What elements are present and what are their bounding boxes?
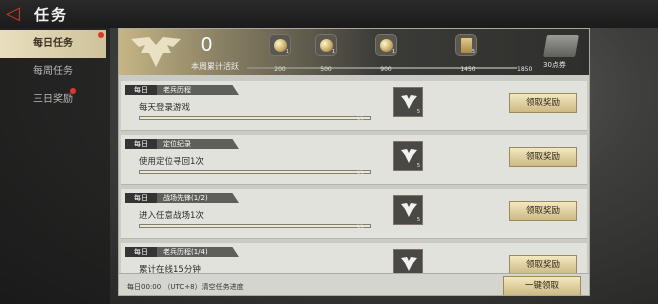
task-reward[interactable]: 5 — [393, 141, 423, 171]
notification-dot — [70, 88, 76, 94]
task-category: 战场先锋(1/2) — [157, 193, 239, 203]
reset-note: 每日00:00 （UTC+8）清空任务进度 — [127, 283, 244, 291]
reward-count: 5 — [416, 163, 420, 169]
milestone-value: 500 — [320, 66, 332, 73]
ticket-icon — [461, 38, 472, 53]
claim-reward-button[interactable]: 领取奖励 — [509, 255, 577, 275]
task-progress-bar — [139, 116, 371, 120]
task-row: 每日 老兵历程 每天登录游戏 1/1 5 领取奖励 — [121, 81, 587, 131]
weekly-activity-bar: 0 本周累计活跃 1 200 1 500 1 900 5 1450 1850 3… — [119, 29, 589, 75]
activity-label: 本周累计活跃 — [191, 62, 239, 71]
task-category: 老兵历程(1/4) — [157, 247, 239, 257]
badge-emblem-icon — [401, 149, 417, 163]
milestone-reward-900[interactable]: 1 — [375, 34, 397, 56]
milestone-reward-500[interactable]: 1 — [315, 34, 337, 56]
task-row: 每日 定位纪录 使用定位寻回1次 1/1 5 领取奖励 — [121, 135, 587, 185]
task-reward[interactable]: 5 — [393, 195, 423, 225]
sidebar-item-three-day-rewards[interactable]: 三日奖励 — [0, 86, 106, 114]
task-progress-bar — [139, 224, 371, 228]
daily-tag: 每日 — [125, 85, 157, 95]
task-description: 使用定位寻回1次 — [139, 157, 204, 167]
reward-count: 5 — [471, 49, 475, 55]
claim-reward-button[interactable]: 领取奖励 — [509, 93, 577, 113]
milestone-reward-200[interactable]: 1 — [269, 34, 291, 56]
badge-emblem-icon — [401, 95, 417, 109]
reward-count: 1 — [391, 49, 395, 55]
milestone-value: 900 — [380, 66, 392, 73]
winged-emblem-icon — [131, 37, 181, 67]
sidebar: 每日任务 每周任务 三日奖励 — [0, 28, 110, 304]
task-reward[interactable]: 5 — [393, 87, 423, 117]
task-progress-text: 1/1 — [357, 224, 364, 229]
task-panel: 0 本周累计活跃 1 200 1 500 1 900 5 1450 1850 3… — [118, 28, 590, 296]
final-reward-chest[interactable]: 30点券 — [537, 31, 587, 71]
reward-count: 1 — [331, 49, 335, 55]
page-title: 任务 — [34, 6, 69, 24]
task-progress-text: 1/1 — [357, 170, 364, 175]
claim-reward-button[interactable]: 领取奖励 — [509, 201, 577, 221]
sidebar-item-label: 每周任务 — [33, 66, 73, 77]
reward-count: 1 — [285, 49, 289, 55]
task-description: 进入任意战场1次 — [139, 211, 204, 221]
final-reward-label: 30点券 — [543, 61, 566, 69]
daily-tag: 每日 — [125, 193, 157, 203]
task-progress-text: 1/1 — [357, 116, 364, 121]
sidebar-item-label: 三日奖励 — [33, 94, 73, 105]
top-bar: ◁ 任务 — [0, 0, 658, 28]
activity-points: 0 — [201, 34, 213, 56]
sidebar-item-daily-tasks[interactable]: 每日任务 — [0, 30, 106, 58]
sidebar-item-weekly-tasks[interactable]: 每周任务 — [0, 58, 106, 86]
task-progress-bar — [139, 170, 371, 174]
footer-bar: 每日00:00 （UTC+8）清空任务进度 一键领取 — [119, 273, 589, 295]
reward-count: 5 — [416, 109, 420, 115]
milestone-value: 200 — [274, 66, 286, 73]
daily-tag: 每日 — [125, 139, 157, 149]
notification-dot — [98, 32, 104, 38]
badge-emblem-icon — [401, 257, 417, 271]
daily-tag: 每日 — [125, 247, 157, 257]
chest-icon — [543, 35, 579, 57]
milestone-value: 1850 — [517, 66, 533, 73]
claim-reward-button[interactable]: 领取奖励 — [509, 147, 577, 167]
task-description: 每天登录游戏 — [139, 103, 191, 113]
milestone-value: 1450 — [460, 66, 476, 73]
sidebar-item-label: 每日任务 — [33, 38, 73, 49]
task-row: 每日 战场先锋(1/2) 进入任意战场1次 1/1 5 领取奖励 — [121, 189, 587, 239]
badge-emblem-icon — [401, 203, 417, 217]
claim-all-button[interactable]: 一键领取 — [503, 276, 581, 295]
task-category: 老兵历程 — [157, 85, 239, 95]
back-arrow-icon[interactable]: ◁ — [6, 3, 28, 25]
task-category: 定位纪录 — [157, 139, 239, 149]
reward-count: 5 — [416, 217, 420, 223]
milestone-reward-1450[interactable]: 5 — [455, 34, 477, 56]
